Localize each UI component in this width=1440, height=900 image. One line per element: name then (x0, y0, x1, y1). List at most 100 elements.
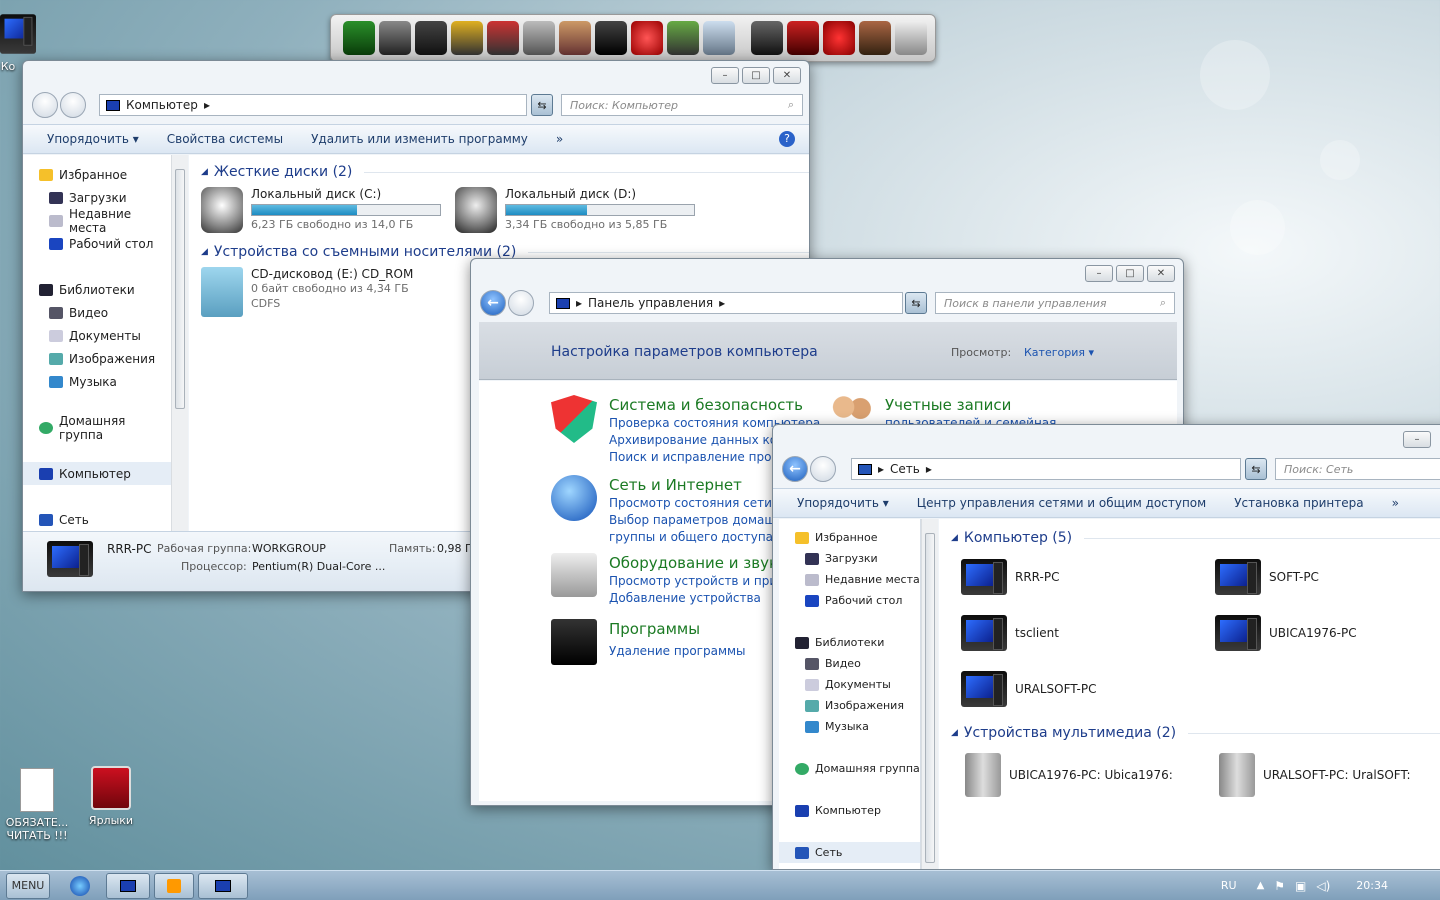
address-bar[interactable]: Компьютер ▸ (99, 94, 527, 116)
forward-button[interactable] (508, 290, 534, 316)
network-computer[interactable]: URALSOFT-PC (961, 671, 1096, 707)
nav-documents[interactable]: Документы (23, 324, 172, 347)
nav-homegroup[interactable]: Домашняя группа (23, 414, 172, 442)
car-icon[interactable] (451, 21, 483, 55)
category-link[interactable]: Удаление программы (609, 643, 746, 660)
toolbox-icon[interactable] (787, 21, 819, 55)
close-button[interactable]: ✕ (1147, 265, 1175, 282)
network-tray-icon[interactable]: ▣ (1295, 879, 1306, 893)
maximize-button[interactable]: □ (742, 67, 770, 84)
network-computer[interactable]: tsclient (961, 615, 1059, 651)
nav-computer[interactable]: Компьютер (779, 800, 920, 821)
more-button[interactable]: » (1392, 496, 1399, 510)
cd-drive[interactable]: CD-дисковод (E:) CD_ROM 0 байт свободно … (201, 267, 451, 317)
help-icon[interactable]: ? (779, 131, 795, 147)
nav-scrollbar[interactable] (171, 155, 188, 531)
minimize-button[interactable]: – (1085, 265, 1113, 282)
category-title[interactable]: Система и безопасность (609, 395, 841, 415)
more-button[interactable]: » (556, 132, 563, 146)
nav-network[interactable]: Сеть (23, 508, 172, 531)
drive-icon[interactable] (895, 21, 927, 55)
forward-button[interactable] (810, 456, 836, 482)
gamepad-icon[interactable] (487, 21, 519, 55)
language-indicator[interactable]: RU (1221, 879, 1237, 892)
phone-icon[interactable] (379, 21, 411, 55)
minimize-button[interactable]: – (1403, 431, 1431, 448)
clock[interactable]: 20:34 (1356, 879, 1388, 892)
drive-d[interactable]: Локальный диск (D:) 3,34 ГБ свободно из … (455, 187, 695, 233)
notification-chevron-icon[interactable]: ▲ (1257, 880, 1265, 891)
desktop-icon-shortcuts[interactable]: Ярлыки (71, 766, 151, 827)
nav-video[interactable]: Видео (23, 301, 172, 324)
ccleaner-icon[interactable] (823, 21, 855, 55)
printer-icon[interactable] (859, 21, 891, 55)
search-input[interactable]: Поиск: Сеть (1275, 458, 1440, 480)
start-menu-button[interactable]: MENU (6, 872, 50, 899)
organize-button[interactable]: Упорядочить ▾ (797, 496, 889, 510)
network-computer[interactable]: RRR-PC (961, 559, 1059, 595)
nav-music[interactable]: Музыка (23, 370, 172, 393)
nav-libraries[interactable]: Библиотеки (23, 278, 172, 301)
mouse-icon[interactable] (703, 21, 735, 55)
network-center-button[interactable]: Центр управления сетями и общим доступом (917, 496, 1206, 510)
tools-icon[interactable] (523, 21, 555, 55)
nav-downloads[interactable]: Загрузки (779, 548, 920, 569)
back-button[interactable] (32, 92, 58, 118)
taskbar-media-player[interactable] (154, 872, 194, 899)
category-title[interactable]: Программы (609, 619, 746, 639)
refresh-button[interactable]: ⇆ (531, 94, 553, 116)
flag-icon[interactable]: ⚑ (1274, 879, 1285, 893)
nav-pictures[interactable]: Изображения (23, 347, 172, 370)
nav-music[interactable]: Музыка (779, 716, 920, 737)
fridge-icon[interactable] (415, 21, 447, 55)
tv-icon[interactable] (343, 21, 375, 55)
add-printer-button[interactable]: Установка принтера (1234, 496, 1363, 510)
ie-icon[interactable] (70, 875, 90, 896)
refresh-button[interactable]: ⇆ (1245, 458, 1267, 480)
maximize-button[interactable]: □ (1116, 265, 1144, 282)
view-dropdown[interactable]: Категория ▾ (1024, 346, 1094, 359)
forward-button[interactable] (60, 92, 86, 118)
taskbar-control-panel[interactable] (198, 872, 248, 899)
system-properties-button[interactable]: Свойства системы (167, 132, 283, 146)
category-title[interactable]: Учетные записи (885, 395, 1056, 415)
taskbar-explorer[interactable] (106, 872, 150, 899)
nav-recent[interactable]: Недавние места (779, 569, 920, 590)
network-computer[interactable]: UBICA1976-PC (1215, 615, 1357, 651)
nav-libraries[interactable]: Библиотеки (779, 632, 920, 653)
media-device[interactable]: URALSOFT-PC: UralSOFT: (1219, 753, 1411, 797)
minimize-button[interactable]: – (711, 67, 739, 84)
back-button[interactable]: ← (480, 290, 506, 316)
nav-homegroup[interactable]: Домашняя группа (779, 758, 920, 779)
close-button[interactable]: ✕ (773, 67, 801, 84)
search-input[interactable]: Поиск в панели управления ⌕ (935, 292, 1175, 314)
skype-icon[interactable] (667, 21, 699, 55)
uninstall-program-button[interactable]: Удалить или изменить программу (311, 132, 528, 146)
camera-icon[interactable] (751, 21, 783, 55)
media-device[interactable]: UBICA1976-PC: Ubica1976: (965, 753, 1173, 797)
computers-group-header[interactable]: ◢ Компьютер (5) (951, 527, 1440, 549)
volume-icon[interactable]: ◁) (1316, 879, 1330, 893)
scroll-thumb[interactable] (925, 533, 935, 863)
refresh-button[interactable]: ⇆ (905, 292, 927, 314)
nav-documents[interactable]: Документы (779, 674, 920, 695)
search-input[interactable]: Поиск: Компьютер ⌕ (561, 94, 803, 116)
address-bar[interactable]: ▸ Сеть ▸ (851, 458, 1241, 480)
house-icon[interactable] (559, 21, 591, 55)
nav-favorites[interactable]: Избранное (779, 527, 920, 548)
scroll-thumb[interactable] (175, 169, 185, 409)
opera-icon[interactable] (631, 21, 663, 55)
nav-favorites[interactable]: Избранное (23, 163, 172, 186)
hdd-group-header[interactable]: ◢ Жесткие диски (2) (201, 161, 809, 183)
nav-pictures[interactable]: Изображения (779, 695, 920, 716)
nav-computer[interactable]: Компьютер (23, 462, 172, 485)
back-button[interactable]: ← (782, 456, 808, 482)
nav-video[interactable]: Видео (779, 653, 920, 674)
organize-button[interactable]: Упорядочить ▾ (47, 132, 139, 146)
nav-scrollbar[interactable] (921, 519, 938, 869)
drive-c[interactable]: Локальный диск (C:) 6,23 ГБ свободно из … (201, 187, 441, 233)
media-group-header[interactable]: ◢ Устройства мультимедиа (2) (951, 722, 1440, 744)
network-computer[interactable]: SOFT-PC (1215, 559, 1319, 595)
nav-desktop[interactable]: Рабочий стол (779, 590, 920, 611)
nav-network[interactable]: Сеть (779, 842, 920, 863)
